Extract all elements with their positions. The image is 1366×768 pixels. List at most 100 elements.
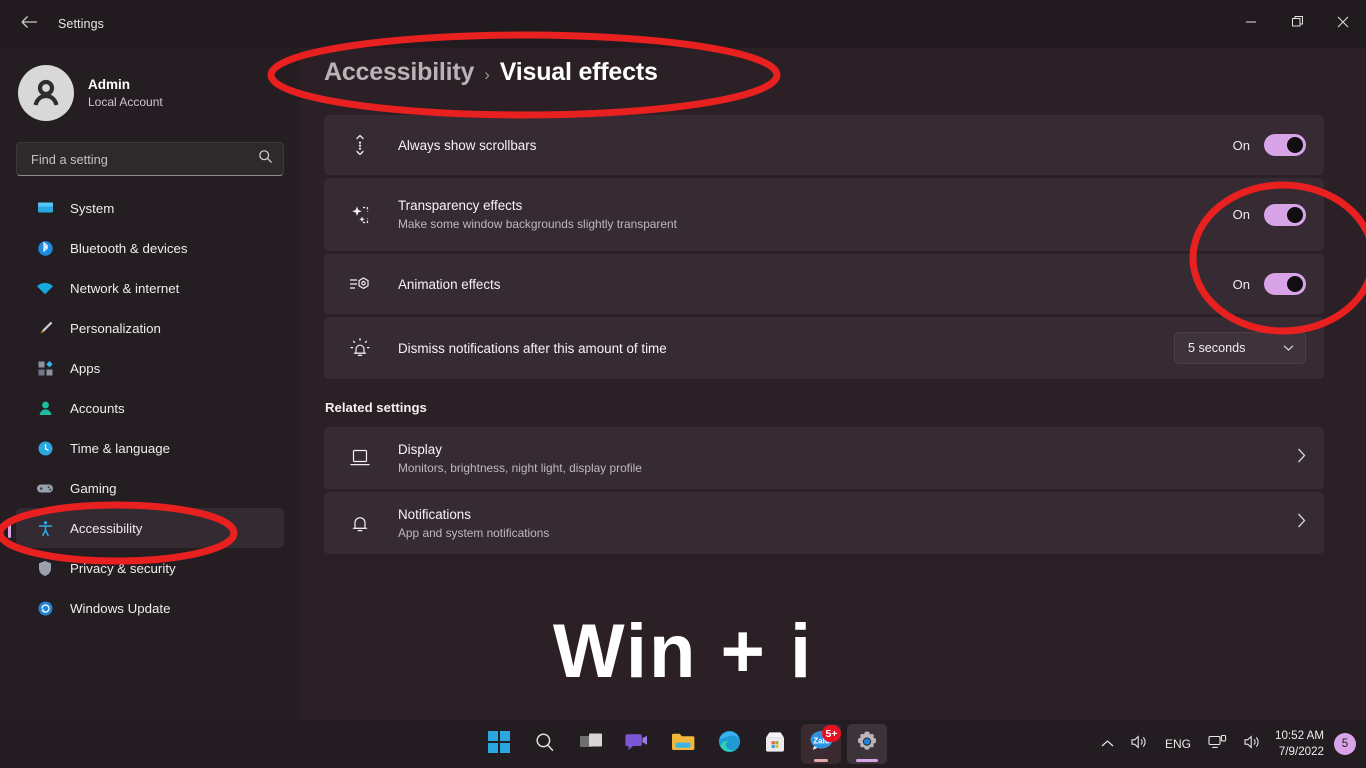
folder-icon	[671, 731, 695, 757]
clock-date: 7/9/2022	[1278, 745, 1324, 758]
microsoft-store-button[interactable]	[755, 724, 795, 764]
chevron-right-icon	[1297, 448, 1306, 468]
shortcut-overlay-text: Win + i	[552, 609, 814, 694]
row-text: Always show scrollbars	[398, 136, 1233, 155]
row-text: Transparency effects Make some window ba…	[398, 196, 1233, 233]
avatar	[18, 65, 74, 121]
account-card[interactable]: Admin Local Account	[0, 48, 300, 126]
edge-icon	[718, 730, 741, 758]
notification-timer-icon	[348, 336, 372, 360]
toggle-state-label: On	[1232, 137, 1250, 153]
gamepad-icon	[36, 479, 54, 497]
search-placeholder: Find a setting	[31, 151, 108, 167]
row-control: 5 seconds	[1174, 332, 1306, 364]
title-bar: Settings	[0, 0, 1366, 48]
settings-gear-icon	[855, 730, 879, 759]
toggle-knob	[1287, 137, 1303, 153]
setting-row-dismiss-notifications: Dismiss notifications after this amount …	[324, 317, 1324, 379]
tray-overflow-button[interactable]	[1093, 724, 1122, 764]
sidebar-item-label: Apps	[70, 360, 101, 376]
zalo-button[interactable]: Zalo 5+	[801, 724, 841, 764]
breadcrumb: Accessibility › Visual effects	[324, 58, 658, 87]
setting-row-animation-effects: Animation effects On	[324, 254, 1324, 314]
row-subtitle: App and system notifications	[398, 525, 550, 540]
row-text: Animation effects	[398, 275, 1233, 294]
sidebar-item-accounts[interactable]: Accounts	[16, 388, 284, 428]
back-arrow-icon	[21, 15, 38, 34]
toggle-knob	[1287, 206, 1303, 223]
taskbar-active-indicator	[856, 759, 878, 762]
chat-icon	[625, 731, 649, 758]
file-explorer-button[interactable]	[663, 724, 703, 764]
row-subtitle: Make some window backgrounds slightly tr…	[398, 217, 677, 231]
transparency-effects-toggle[interactable]	[1264, 203, 1306, 226]
search-button[interactable]	[525, 724, 565, 764]
toggle-knob	[1287, 276, 1303, 292]
tray-network-button[interactable]	[1200, 724, 1235, 764]
start-button[interactable]	[479, 724, 519, 764]
clock-icon	[36, 439, 54, 457]
tray-volume-button[interactable]	[1122, 724, 1156, 764]
row-title: Always show scrollbars	[398, 137, 537, 153]
row-title: Notifications	[398, 506, 471, 522]
sidebar-item-network-internet[interactable]: Network & internet	[16, 268, 284, 308]
system-icon	[36, 199, 54, 217]
speaker-icon	[1243, 734, 1261, 755]
breadcrumb-parent[interactable]: Accessibility	[324, 58, 474, 87]
clock[interactable]: 10:52 AM 7/9/2022	[1269, 728, 1332, 760]
sidebar-item-label: Accounts	[70, 400, 125, 416]
settings-button[interactable]	[847, 724, 887, 764]
animation-effects-toggle[interactable]	[1264, 273, 1306, 295]
sidebar-item-system[interactable]: System	[16, 188, 284, 228]
chat-button[interactable]	[617, 724, 657, 764]
breadcrumb-separator: ›	[484, 65, 490, 84]
network-icon	[1208, 734, 1227, 755]
sidebar-item-bluetooth-devices[interactable]: Bluetooth & devices	[16, 228, 284, 268]
row-text: Dismiss notifications after this amount …	[398, 339, 1174, 358]
edge-button[interactable]	[709, 724, 749, 764]
sidebar-item-privacy-security[interactable]: Privacy & security	[16, 548, 284, 588]
account-subtitle: Local Account	[88, 94, 163, 109]
row-subtitle: Monitors, brightness, night light, displ…	[398, 460, 642, 475]
dismiss-notifications-dropdown[interactable]: 5 seconds	[1174, 332, 1306, 364]
task-view-button[interactable]	[571, 724, 611, 764]
close-button[interactable]	[1320, 0, 1366, 48]
tray-language[interactable]: ENG	[1156, 737, 1200, 751]
window-controls	[1228, 0, 1366, 48]
account-icon	[36, 399, 54, 417]
sidebar-item-label: Gaming	[70, 480, 117, 496]
sidebar-item-accessibility[interactable]: Accessibility	[8, 508, 284, 548]
notification-badge[interactable]: 5	[1334, 733, 1356, 755]
system-tray: ENG 10:52 AM 7/9/2022 5	[1093, 720, 1366, 768]
tray-sound-button[interactable]	[1235, 724, 1269, 764]
sidebar-item-label: Time & language	[70, 440, 171, 456]
person-avatar-icon	[33, 79, 59, 106]
toggle-state-label: On	[1232, 207, 1250, 222]
related-item-notifications[interactable]: Notifications App and system notificatio…	[324, 492, 1324, 554]
row-text: Notifications App and system notificatio…	[398, 505, 1297, 542]
always-show-scrollbars-toggle[interactable]	[1264, 134, 1306, 156]
sidebar-item-gaming[interactable]: Gaming	[16, 468, 284, 508]
scrollbar-icon	[348, 133, 372, 157]
minimize-button[interactable]	[1228, 0, 1274, 48]
sidebar-item-apps[interactable]: Apps	[16, 348, 284, 388]
maximize-button[interactable]	[1274, 0, 1320, 48]
task-view-icon	[579, 732, 603, 757]
minimize-icon	[1245, 15, 1257, 33]
sidebar-item-personalization[interactable]: Personalization	[16, 308, 284, 348]
zalo-badge: 5+	[822, 725, 841, 742]
search-input[interactable]: Find a setting	[16, 142, 284, 176]
speaker-icon	[1130, 734, 1148, 755]
clock-time: 10:52 AM	[1275, 729, 1324, 742]
wifi-icon	[36, 279, 54, 297]
sidebar-item-time-language[interactable]: Time & language	[16, 428, 284, 468]
row-control: On	[1233, 134, 1306, 156]
search-icon	[534, 731, 556, 758]
accessibility-icon	[36, 519, 54, 537]
transparency-icon	[348, 203, 372, 227]
related-item-display[interactable]: Display Monitors, brightness, night ligh…	[324, 427, 1324, 489]
row-control: On	[1232, 203, 1306, 226]
row-control: On	[1233, 273, 1306, 295]
back-button[interactable]	[8, 8, 50, 40]
sidebar-item-label: Network & internet	[70, 280, 180, 296]
